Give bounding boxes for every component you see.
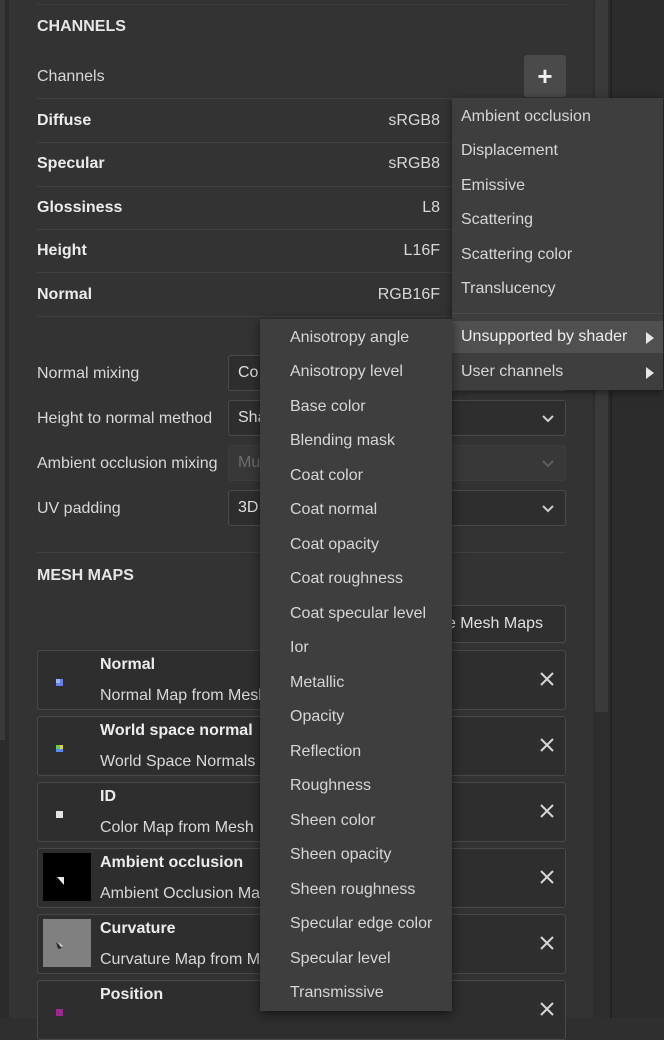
mesh-map-name: Ambient occlusion xyxy=(100,854,244,871)
close-icon[interactable] xyxy=(539,869,555,885)
channel-row-height[interactable]: Height L16F xyxy=(37,229,440,272)
submenu-item-specular-level[interactable]: Specular level xyxy=(290,950,391,968)
submenu-item-base-color[interactable]: Base color xyxy=(290,398,366,416)
normal-mixing-label: Normal mixing xyxy=(37,365,140,382)
submenu-item-coat-normal[interactable]: Coat normal xyxy=(290,501,377,519)
menu-item-scattering-color[interactable]: Scattering color xyxy=(461,246,572,264)
select-value: Co xyxy=(238,364,259,381)
submenu-item-sheen-color[interactable]: Sheen color xyxy=(290,812,375,830)
submenu-item-sheen-roughness[interactable]: Sheen roughness xyxy=(290,881,415,899)
channel-format[interactable]: L8 xyxy=(422,199,440,217)
channel-name: Diffuse xyxy=(37,111,92,129)
submenu-item-anisotropy-level[interactable]: Anisotropy level xyxy=(290,363,403,381)
select-value: 3D xyxy=(238,499,259,516)
submenu-arrow-icon xyxy=(646,331,654,344)
mesh-map-thumbnail[interactable] xyxy=(43,787,91,835)
submenu-item-roughness[interactable]: Roughness xyxy=(290,777,371,795)
uv-padding-label: UV padding xyxy=(37,500,121,517)
menu-item-emissive[interactable]: Emissive xyxy=(461,177,525,195)
channel-row-normal[interactable]: Normal RGB16F xyxy=(37,273,440,316)
channel-format[interactable]: L16F xyxy=(404,242,440,260)
channel-format[interactable]: RGB16F xyxy=(378,286,440,304)
close-icon[interactable] xyxy=(539,803,555,819)
chevron-down-icon xyxy=(541,412,555,424)
channel-row-diffuse[interactable]: Diffuse sRGB8 xyxy=(37,99,440,142)
mesh-map-thumbnail[interactable] xyxy=(43,985,91,1033)
mesh-map-thumbnail[interactable] xyxy=(43,853,91,901)
menu-item-translucency[interactable]: Translucency xyxy=(461,280,556,298)
menu-item-ambient-occlusion[interactable]: Ambient occlusion xyxy=(461,108,591,126)
add-channel-button[interactable]: + xyxy=(524,55,566,97)
menu-separator xyxy=(452,313,663,314)
mesh-map-description: Ambient Occlusion Map 1 xyxy=(100,885,283,902)
channel-row-glossiness[interactable]: Glossiness L8 xyxy=(37,186,440,229)
menu-item-displacement[interactable]: Displacement xyxy=(461,142,558,160)
submenu-item-ior[interactable]: Ior xyxy=(290,639,309,657)
unsupported-by-shader-submenu: Anisotropy angle Anisotropy level Base c… xyxy=(260,319,452,1011)
mesh-maps-section-title: MESH MAPS xyxy=(37,567,134,584)
mesh-map-description: Curvature Map from Mesh xyxy=(100,951,286,968)
mesh-map-description: Color Map from Mesh xyxy=(100,819,254,836)
mesh-map-thumbnail[interactable] xyxy=(43,721,91,769)
close-icon[interactable] xyxy=(539,935,555,951)
submenu-item-coat-opacity[interactable]: Coat opacity xyxy=(290,536,379,554)
channel-format[interactable]: sRGB8 xyxy=(388,155,440,173)
submenu-item-metallic[interactable]: Metallic xyxy=(290,674,344,692)
menu-item-unsupported-by-shader[interactable]: Unsupported by shader xyxy=(461,328,627,346)
submenu-item-blending-mask[interactable]: Blending mask xyxy=(290,432,395,450)
plus-icon: + xyxy=(537,60,553,91)
close-icon[interactable] xyxy=(539,671,555,687)
submenu-arrow-icon xyxy=(646,366,654,379)
mesh-map-description: World Space Normals xyxy=(100,753,256,770)
ao-mixing-label: Ambient occlusion mixing xyxy=(37,455,218,472)
add-channel-menu: Ambient occlusion Displacement Emissive … xyxy=(452,98,663,390)
mesh-map-name: World space normal xyxy=(100,722,253,739)
channels-section-title: CHANNELS xyxy=(37,18,126,35)
channel-format[interactable]: sRGB8 xyxy=(388,112,440,130)
menu-item-user-channels[interactable]: User channels xyxy=(461,363,563,381)
left-edge-strip xyxy=(0,0,9,1018)
menu-item-scattering[interactable]: Scattering xyxy=(461,211,533,229)
left-scrollbar[interactable] xyxy=(0,0,5,740)
channel-name: Specular xyxy=(37,154,105,172)
submenu-item-sheen-opacity[interactable]: Sheen opacity xyxy=(290,846,391,864)
mesh-map-name: Curvature xyxy=(100,920,176,937)
mesh-map-description: Normal Map from Mesh xyxy=(100,687,268,704)
chevron-down-icon xyxy=(541,502,555,514)
channel-name: Glossiness xyxy=(37,198,123,216)
select-value: Mu xyxy=(238,454,261,471)
submenu-item-coat-roughness[interactable]: Coat roughness xyxy=(290,570,403,588)
close-icon[interactable] xyxy=(539,1001,555,1017)
channel-name: Normal xyxy=(37,285,93,303)
submenu-item-opacity[interactable]: Opacity xyxy=(290,708,344,726)
submenu-item-anisotropy-angle[interactable]: Anisotropy angle xyxy=(290,329,409,347)
submenu-item-specular-edge-color[interactable]: Specular edge color xyxy=(290,915,432,933)
submenu-item-coat-color[interactable]: Coat color xyxy=(290,467,363,485)
mesh-map-thumbnail[interactable] xyxy=(43,919,91,967)
channel-name: Height xyxy=(37,241,87,259)
mesh-map-name: ID xyxy=(100,788,116,805)
channels-label: Channels xyxy=(37,68,105,85)
close-icon[interactable] xyxy=(539,737,555,753)
submenu-item-reflection[interactable]: Reflection xyxy=(290,743,361,761)
mesh-map-name: Normal xyxy=(100,656,156,673)
channel-row-specular[interactable]: Specular sRGB8 xyxy=(37,142,440,185)
submenu-item-transmissive[interactable]: Transmissive xyxy=(290,984,384,1002)
divider xyxy=(37,4,566,5)
chevron-down-icon xyxy=(541,457,555,469)
mesh-map-thumbnail[interactable] xyxy=(43,655,91,703)
height-to-normal-label: Height to normal method xyxy=(37,410,213,427)
submenu-item-coat-specular-level[interactable]: Coat specular level xyxy=(290,605,426,623)
mesh-map-name: Position xyxy=(100,986,164,1003)
